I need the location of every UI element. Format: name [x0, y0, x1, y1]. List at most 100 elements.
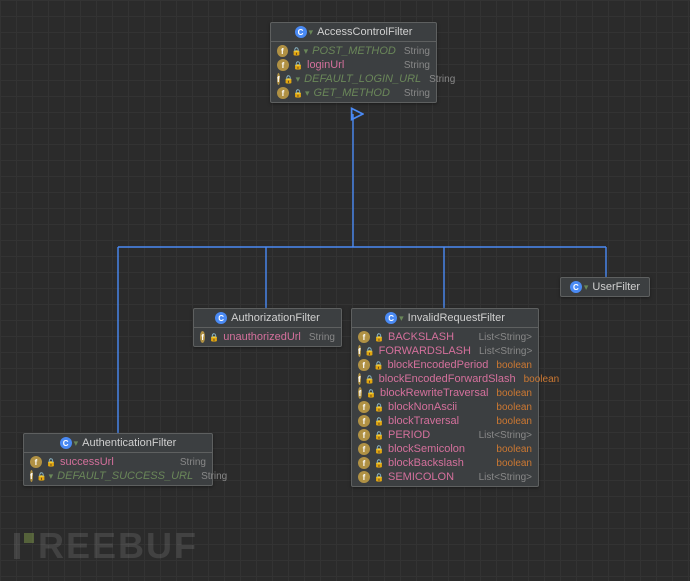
lock-icon: 🔒 [374, 444, 384, 454]
field-icon: f [358, 471, 370, 483]
inherits-icon: ▾ [74, 438, 79, 449]
field-row: f🔒BACKSLASHList<String> [352, 330, 538, 344]
field-type: String [309, 332, 335, 343]
field-name: blockNonAscii [388, 401, 457, 413]
field-icon: f [30, 456, 42, 468]
class-title-row: C ▾ InvalidRequestFilter [352, 309, 538, 328]
class-title: AccessControlFilter [317, 26, 412, 38]
lock-icon: 🔒 [374, 402, 384, 412]
lock-icon: 🔒 [374, 416, 384, 426]
field-row: f🔒▾GET_METHODString [271, 86, 436, 100]
class-icon: C [215, 312, 227, 324]
watermark: REEBUF [14, 525, 198, 567]
field-row: f🔒▾DEFAULT_LOGIN_URLString [271, 72, 436, 86]
field-name: PERIOD [388, 429, 430, 441]
lock-icon: 🔒 [293, 60, 303, 70]
lock-icon: 🔒 [292, 46, 302, 56]
lock-icon: 🔒 [46, 457, 56, 467]
field-type: String [404, 60, 430, 71]
lock-icon: 🔒 [374, 472, 384, 482]
field-name: successUrl [60, 456, 114, 468]
field-type: boolean [496, 402, 532, 413]
field-list: f 🔒 unauthorizedUrl String [194, 328, 341, 346]
field-row: f🔒▾DEFAULT_SUCCESS_URLString [24, 469, 212, 483]
field-icon: f [277, 73, 280, 85]
inherits-icon: ▾ [584, 282, 589, 293]
field-name: BACKSLASH [388, 331, 454, 343]
field-row: f🔒FORWARDSLASHList<String> [352, 344, 538, 358]
class-node-invalid-request-filter[interactable]: C ▾ InvalidRequestFilter f🔒BACKSLASHList… [351, 308, 539, 487]
lock-icon: 🔒 [293, 88, 303, 98]
field-type: boolean [496, 388, 532, 399]
field-type: List<String> [479, 472, 532, 483]
field-row: f🔒blockTraversalboolean [352, 414, 538, 428]
field-name: GET_METHOD [314, 87, 390, 99]
lock-icon: 🔒 [209, 332, 219, 342]
field-row: f 🔒 successUrl String [24, 455, 212, 469]
field-row: f 🔒 SEMICOLON List<String> [352, 470, 538, 484]
inherits-icon: ▾ [399, 313, 404, 324]
inherits-icon: ▾ [309, 27, 314, 38]
watermark-logo-icon [14, 531, 36, 561]
field-type: List<String> [479, 346, 532, 357]
field-type: boolean [496, 360, 532, 371]
field-icon: f [358, 415, 370, 427]
class-title: InvalidRequestFilter [408, 312, 505, 324]
field-type: boolean [496, 458, 532, 469]
field-icon: f [200, 331, 205, 343]
class-node-authorization-filter[interactable]: C AuthorizationFilter f🔒unauthorizedUrlS… [193, 308, 342, 347]
field-row: f 🔒 unauthorizedUrl String [194, 330, 341, 344]
class-node-authentication-filter[interactable]: C ▾ AuthenticationFilter f 🔒 successUrl Str… [23, 433, 213, 486]
lock-icon: 🔒 [37, 471, 47, 481]
lock-icon: 🔒 [374, 360, 384, 370]
static-marker-icon: ▾ [296, 74, 301, 85]
lock-icon: 🔒 [374, 332, 384, 342]
field-name: blockEncodedForwardSlash [379, 373, 516, 385]
class-title-row: C ▾ AuthenticationFilter [24, 434, 212, 453]
field-name: DEFAULT_LOGIN_URL [304, 73, 421, 85]
lock-icon: 🔒 [365, 374, 375, 384]
class-title: UserFilter [592, 281, 640, 293]
lock-icon: 🔒 [366, 388, 376, 398]
field-type: String [404, 46, 430, 57]
field-row: f🔒blockBackslashboolean [352, 456, 538, 470]
class-node-access-control-filter[interactable]: C ▾ AccessControlFilter f🔒▾POST_METHODSt… [270, 22, 437, 103]
field-row: f🔒blockEncodedForwardSlashboolean [352, 372, 538, 386]
field-row: f 🔒 blockSemicolon boolean [352, 442, 538, 456]
lock-icon: 🔒 [284, 74, 294, 84]
field-icon: f [358, 401, 370, 413]
class-icon: C [570, 281, 582, 293]
field-icon: f [358, 387, 362, 399]
field-icon: f [277, 45, 288, 57]
field-row: f🔒PERIODList<String> [352, 428, 538, 442]
field-name: POST_METHOD [312, 45, 396, 57]
class-title: AuthenticationFilter [82, 437, 176, 449]
field-icon: f [30, 470, 33, 482]
field-type: List<String> [479, 332, 532, 343]
field-icon: f [358, 429, 370, 441]
static-marker-icon: ▾ [49, 471, 54, 482]
class-title-row: C ▾ UserFilter [561, 278, 649, 296]
static-marker-icon: ▾ [304, 46, 309, 57]
field-row: f🔒loginUrlString [271, 58, 436, 72]
field-name: SEMICOLON [388, 471, 454, 483]
lock-icon: 🔒 [374, 458, 384, 468]
lock-icon: 🔒 [365, 346, 375, 356]
field-name: unauthorizedUrl [223, 331, 301, 343]
field-name: DEFAULT_SUCCESS_URL [57, 470, 193, 482]
class-node-user-filter[interactable]: C ▾ UserFilter [560, 277, 650, 297]
field-icon: f [358, 443, 370, 455]
field-type: String [180, 457, 206, 468]
field-icon: f [277, 59, 289, 71]
field-type: String [429, 74, 455, 85]
lock-icon: 🔒 [374, 430, 384, 440]
field-icon: f [277, 87, 289, 99]
field-name: blockSemicolon [388, 443, 465, 455]
field-type: boolean [496, 444, 532, 455]
field-type: boolean [496, 416, 532, 427]
class-title-row: C ▾ AccessControlFilter [271, 23, 436, 42]
field-list: f🔒▾POST_METHODStringf🔒loginUrlStringf🔒▾D… [271, 42, 436, 102]
class-icon: C [60, 437, 72, 449]
field-name: blockEncodedPeriod [388, 359, 489, 371]
field-row: f🔒blockEncodedPeriodboolean [352, 358, 538, 372]
